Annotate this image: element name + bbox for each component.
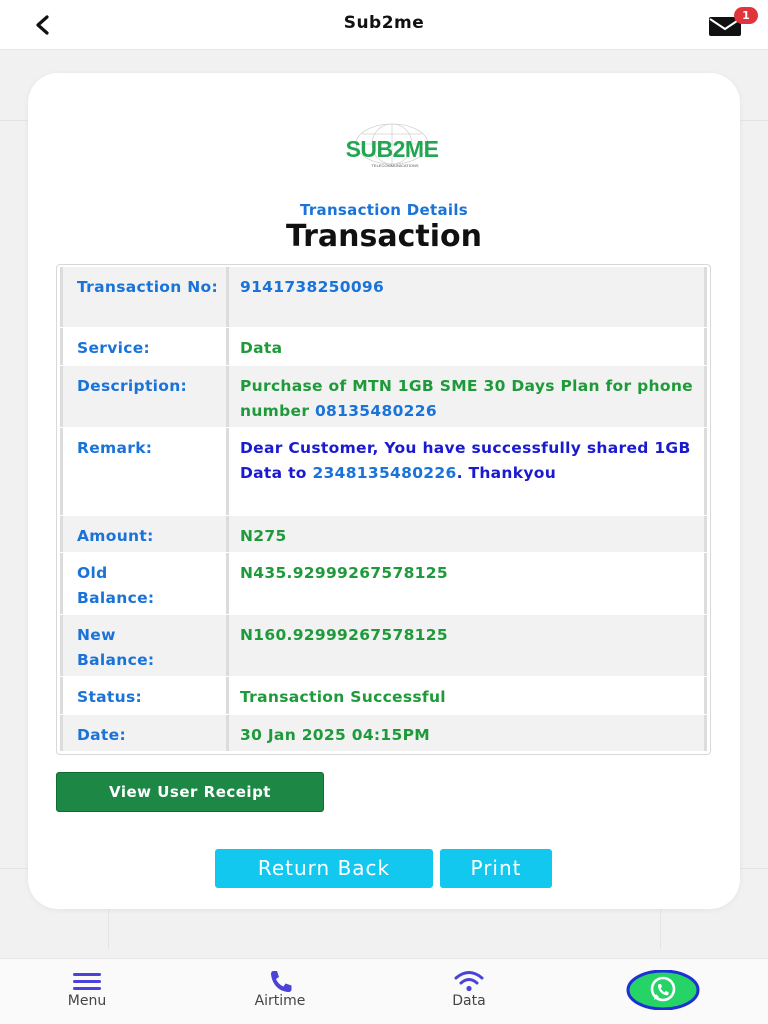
- notification-badge: 1: [734, 7, 758, 24]
- remark-text-end: . Thankyou: [456, 464, 557, 482]
- transaction-no-label: Transaction No:: [60, 267, 229, 327]
- table-row: Transaction No: 9141738250096: [60, 267, 707, 328]
- amount-label: Amount:: [60, 516, 229, 552]
- table-row: New Balance: N160.92999267578125: [60, 615, 707, 677]
- amount-value: N275: [229, 516, 707, 552]
- table-row: Remark: Dear Customer, You have successf…: [60, 428, 707, 516]
- svg-text:TELECOMMUNICATIONS: TELECOMMUNICATIONS: [371, 163, 418, 168]
- table-row: Service: Data: [60, 328, 707, 366]
- description-label: Description:: [60, 366, 229, 427]
- transaction-details-table: Transaction No: 9141738250096 Service: D…: [56, 264, 711, 755]
- new-balance-value: N160.92999267578125: [229, 615, 707, 676]
- phone-icon: [271, 971, 292, 992]
- nav-item-airtime[interactable]: Airtime: [230, 959, 330, 1024]
- old-balance-label: Old Balance:: [60, 553, 229, 614]
- description-phone: 08135480226: [314, 402, 437, 420]
- print-button[interactable]: Print: [440, 849, 552, 888]
- table-row: Status: Transaction Successful: [60, 677, 707, 715]
- table-row: Old Balance: N435.92999267578125: [60, 553, 707, 615]
- date-value: 30 Jan 2025 04:15PM: [229, 715, 707, 751]
- wifi-icon: [454, 971, 484, 992]
- service-label: Service:: [60, 328, 229, 365]
- background-line: [108, 909, 109, 949]
- description-text: Purchase of MTN 1GB SME 30 Days Plan for…: [240, 377, 693, 420]
- nav-label-menu: Menu: [67, 993, 107, 1009]
- status-label: Status:: [60, 677, 229, 714]
- new-balance-label: New Balance:: [60, 615, 229, 676]
- old-balance-value: N435.92999267578125: [229, 553, 707, 614]
- description-value: Purchase of MTN 1GB SME 30 Days Plan for…: [229, 366, 707, 427]
- nav-item-menu[interactable]: Menu: [37, 959, 137, 1024]
- sub2me-logo: SUB2ME TELECOMMUNICATIONS: [346, 123, 439, 168]
- remark-phone: 2348135480226: [312, 464, 457, 482]
- nav-label-data: Data: [452, 993, 486, 1009]
- nav-item-data[interactable]: Data: [419, 959, 519, 1024]
- table-row: Description: Purchase of MTN 1GB SME 30 …: [60, 366, 707, 428]
- status-value: Transaction Successful: [229, 677, 707, 714]
- back-arrow-icon[interactable]: [30, 11, 54, 39]
- table-row: Date: 30 Jan 2025 04:15PM: [60, 715, 707, 752]
- page-subtitle: Transaction Details: [299, 201, 469, 219]
- remark-label: Remark:: [60, 428, 229, 515]
- transaction-no-value: 9141738250096: [229, 267, 707, 327]
- moon-icon[interactable]: [626, 12, 660, 38]
- date-label: Date:: [60, 715, 229, 751]
- background-line: [660, 909, 661, 949]
- view-user-receipt-button[interactable]: View User Receipt: [56, 772, 324, 812]
- page-title: Transaction: [285, 219, 483, 254]
- hamburger-icon: [73, 973, 101, 990]
- svg-text:SUB2ME: SUB2ME: [346, 136, 439, 162]
- service-value: Data: [229, 328, 707, 365]
- table-row: Amount: N275: [60, 516, 707, 553]
- app-header: Sub2me 1: [0, 0, 768, 50]
- remark-value: Dear Customer, You have successfully sha…: [229, 428, 707, 515]
- nav-label-airtime: Airtime: [254, 993, 306, 1009]
- return-back-button[interactable]: Return Back: [215, 849, 433, 888]
- whatsapp-icon[interactable]: [626, 970, 700, 1010]
